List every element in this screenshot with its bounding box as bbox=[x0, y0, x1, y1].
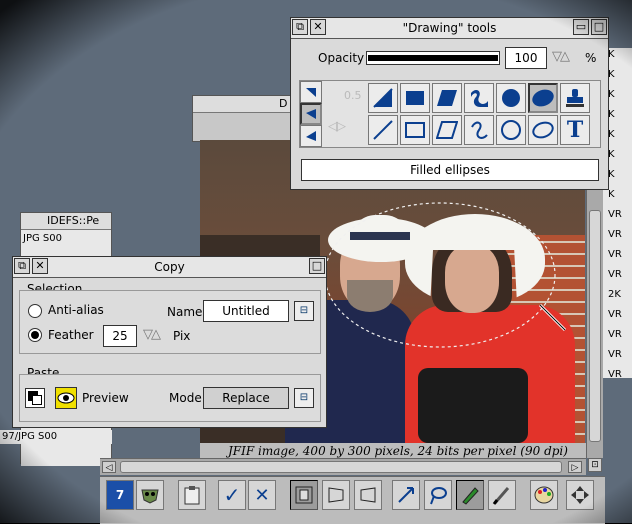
filled-ellipse-icon[interactable] bbox=[528, 83, 558, 113]
filled-parallelogram-icon[interactable] bbox=[432, 83, 462, 113]
frame-right-icon[interactable] bbox=[354, 480, 382, 510]
curve-outline-icon[interactable] bbox=[464, 115, 494, 145]
image-info-caption: JFIF image, 400 by 300 pixels, 24 bits p… bbox=[200, 443, 586, 459]
circle-outline-icon[interactable] bbox=[496, 115, 526, 145]
rectangle-outline-icon[interactable] bbox=[400, 115, 430, 145]
frame-icon[interactable] bbox=[290, 480, 318, 510]
ellipse-outline-icon[interactable] bbox=[528, 115, 558, 145]
ok-icon[interactable]: ✓ bbox=[218, 480, 246, 510]
close-icon[interactable]: ✕ bbox=[310, 19, 326, 35]
mode-menu-icon[interactable]: ⊟ bbox=[294, 388, 314, 408]
image-horizontal-scrollbar[interactable]: ◁ ▷ bbox=[100, 458, 586, 475]
mask-icon[interactable] bbox=[136, 480, 164, 510]
feather-radio[interactable] bbox=[28, 328, 42, 342]
mode-field[interactable]: Replace bbox=[203, 387, 289, 409]
stamp-icon[interactable] bbox=[560, 83, 590, 113]
back-icon[interactable]: ⧉ bbox=[14, 258, 30, 274]
copy-window: ⧉ ✕ Copy □ Selection Anti-alias Feather … bbox=[12, 256, 327, 428]
pix-label: Pix bbox=[173, 329, 191, 343]
resize-handle-icon[interactable]: ⊡ bbox=[588, 458, 602, 472]
toggle-size-icon[interactable]: ▭ bbox=[573, 19, 589, 35]
back-icon[interactable]: ⧉ bbox=[292, 19, 308, 35]
paste-mode-icon[interactable] bbox=[25, 388, 45, 408]
name-menu-icon[interactable]: ⊟ bbox=[294, 301, 314, 321]
scroll-arrows-icon[interactable] bbox=[566, 480, 594, 510]
opacity-slider[interactable] bbox=[366, 51, 500, 65]
name-label: Name bbox=[167, 305, 203, 319]
palette-icon[interactable] bbox=[530, 480, 558, 510]
brush-icon[interactable] bbox=[488, 480, 516, 510]
bottom-toolbar: 7 ✓ ✕ bbox=[100, 476, 605, 524]
filer-window-title[interactable]: IDEFS::Pe bbox=[21, 213, 111, 230]
mode-label: Mode bbox=[169, 391, 202, 405]
preview-eye-icon[interactable] bbox=[55, 387, 77, 409]
text-tool-icon[interactable]: T bbox=[560, 115, 590, 145]
iconise-icon[interactable]: □ bbox=[591, 19, 607, 35]
brush-size-arrows-icon[interactable]: ◁▷ bbox=[328, 119, 346, 134]
filled-rectangle-icon[interactable] bbox=[400, 83, 430, 113]
opacity-slider-fill bbox=[368, 55, 498, 61]
filled-circle-icon[interactable] bbox=[496, 83, 526, 113]
brush-arrow-low-icon[interactable] bbox=[300, 125, 322, 147]
tool-status-field: Filled ellipses bbox=[301, 159, 599, 181]
copy-title: Copy bbox=[154, 260, 185, 274]
filled-curve-icon[interactable] bbox=[464, 83, 494, 113]
feather-adjust-arrows-icon[interactable]: ▽△ bbox=[143, 327, 161, 342]
copy-titlebar[interactable]: ⧉ ✕ Copy □ bbox=[13, 257, 326, 278]
drawing-tools-title: "Drawing" tools bbox=[402, 21, 497, 35]
opacity-unit: % bbox=[585, 51, 597, 65]
frame-left-icon[interactable] bbox=[322, 480, 350, 510]
scroll-right-arrow-icon[interactable]: ▷ bbox=[568, 461, 582, 473]
brush-size-value: 0.5 bbox=[344, 89, 362, 102]
feather-value-field[interactable]: 25 bbox=[103, 325, 137, 347]
file-row[interactable]: 97/JPG S00 bbox=[0, 430, 112, 444]
move-icon[interactable] bbox=[392, 480, 420, 510]
filled-ramp-icon[interactable] bbox=[368, 83, 398, 113]
opacity-label: Opacity bbox=[318, 51, 365, 65]
text-tool-glyph: T bbox=[566, 117, 584, 143]
close-icon[interactable]: ✕ bbox=[32, 258, 48, 274]
feather-label: Feather bbox=[48, 328, 94, 342]
clipboard-icon[interactable] bbox=[178, 480, 206, 510]
lasso-icon[interactable] bbox=[424, 480, 452, 510]
opacity-adjust-arrows-icon[interactable]: ▽△ bbox=[552, 49, 570, 64]
antialias-label: Anti-alias bbox=[48, 303, 104, 317]
antialias-radio[interactable] bbox=[28, 304, 42, 318]
vertical-scroll-thumb[interactable] bbox=[589, 210, 601, 442]
drawing-tools-titlebar[interactable]: ⧉ ✕ "Drawing" tools ▭ □ bbox=[291, 18, 608, 39]
horizontal-scroll-thumb[interactable] bbox=[120, 461, 562, 473]
parallelogram-outline-icon[interactable] bbox=[432, 115, 462, 145]
info-icon[interactable]: 7 bbox=[106, 480, 134, 510]
brush-arrow-icon[interactable] bbox=[300, 81, 322, 103]
line-icon[interactable] bbox=[368, 115, 398, 145]
brush-arrow-mid-icon[interactable] bbox=[300, 103, 322, 125]
background-window-title[interactable]: D bbox=[193, 96, 293, 113]
tool-palette: 0.5 ◁▷ T bbox=[299, 80, 601, 148]
pen-icon[interactable] bbox=[456, 480, 484, 510]
opacity-value-field[interactable]: 100 bbox=[505, 47, 547, 69]
paste-group: Preview Mode Replace ⊟ bbox=[19, 374, 321, 422]
preview-label: Preview bbox=[82, 391, 129, 405]
iconise-icon[interactable]: □ bbox=[309, 258, 325, 274]
background-window-top: D bbox=[192, 95, 294, 142]
drawing-tools-window: ⧉ ✕ "Drawing" tools ▭ □ Opacity 100 ▽△ %… bbox=[290, 17, 609, 190]
scroll-left-arrow-icon[interactable]: ◁ bbox=[102, 461, 116, 473]
name-field[interactable]: Untitled bbox=[203, 300, 289, 322]
file-row[interactable]: JPG S00 bbox=[23, 232, 111, 246]
cancel-icon[interactable]: ✕ bbox=[248, 480, 276, 510]
selection-group: Anti-alias Feather 25 ▽△ Pix Name Untitl… bbox=[19, 290, 321, 354]
